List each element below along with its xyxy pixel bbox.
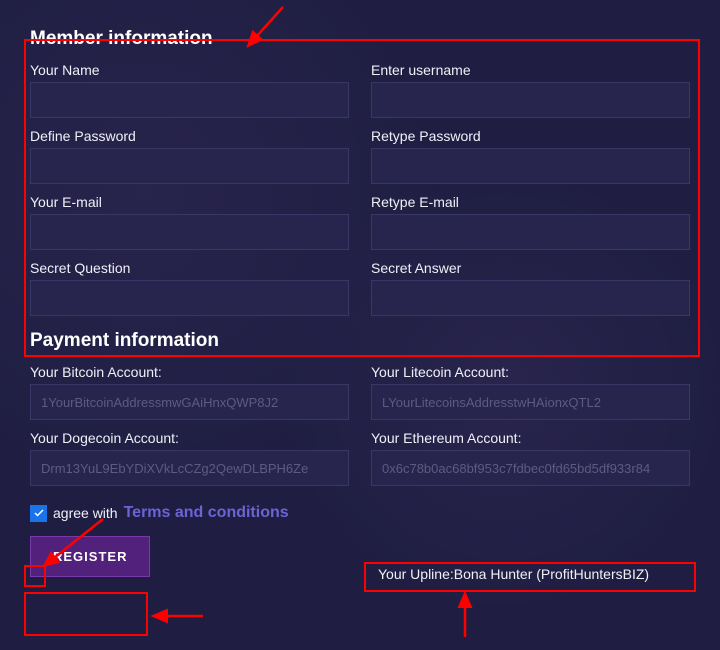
- agreement-row: agree with Terms and conditions: [30, 504, 690, 522]
- bitcoin-label: Your Bitcoin Account:: [30, 364, 349, 380]
- username-label: Enter username: [371, 62, 690, 78]
- retype-email-input[interactable]: [371, 214, 690, 250]
- secret-answer-input[interactable]: [371, 280, 690, 316]
- your-email-label: Your E-mail: [30, 194, 349, 210]
- retype-email-label: Retype E-mail: [371, 194, 690, 210]
- retype-password-input[interactable]: [371, 148, 690, 184]
- ethereum-label: Your Ethereum Account:: [371, 430, 690, 446]
- your-name-label: Your Name: [30, 62, 349, 78]
- dogecoin-label: Your Dogecoin Account:: [30, 430, 349, 446]
- register-button[interactable]: REGISTER: [30, 536, 150, 577]
- your-name-input[interactable]: [30, 82, 349, 118]
- litecoin-input[interactable]: [371, 384, 690, 420]
- define-password-label: Define Password: [30, 128, 349, 144]
- your-email-input[interactable]: [30, 214, 349, 250]
- payment-info-title: Payment information: [30, 330, 690, 352]
- define-password-input[interactable]: [30, 148, 349, 184]
- secret-question-input[interactable]: [30, 280, 349, 316]
- member-info-title: Member information: [30, 28, 690, 50]
- dogecoin-input[interactable]: [30, 450, 349, 486]
- bitcoin-input[interactable]: [30, 384, 349, 420]
- payment-info-form: Your Bitcoin Account: Your Litecoin Acco…: [30, 364, 690, 486]
- secret-answer-label: Secret Answer: [371, 260, 690, 276]
- retype-password-label: Retype Password: [371, 128, 690, 144]
- member-info-form: Your Name Enter username Define Password…: [30, 62, 690, 316]
- agree-text: agree with: [53, 505, 118, 521]
- username-input[interactable]: [371, 82, 690, 118]
- terms-link[interactable]: Terms and conditions: [124, 504, 289, 522]
- secret-question-label: Secret Question: [30, 260, 349, 276]
- agree-checkbox[interactable]: [30, 505, 47, 522]
- litecoin-label: Your Litecoin Account:: [371, 364, 690, 380]
- annotation-register: [24, 592, 148, 636]
- upline-text: Your Upline:Bona Hunter (ProfitHuntersBI…: [370, 560, 690, 588]
- check-icon: [33, 507, 45, 519]
- arrow-to-register: [148, 606, 208, 626]
- arrow-to-upline: [440, 587, 490, 642]
- ethereum-input[interactable]: [371, 450, 690, 486]
